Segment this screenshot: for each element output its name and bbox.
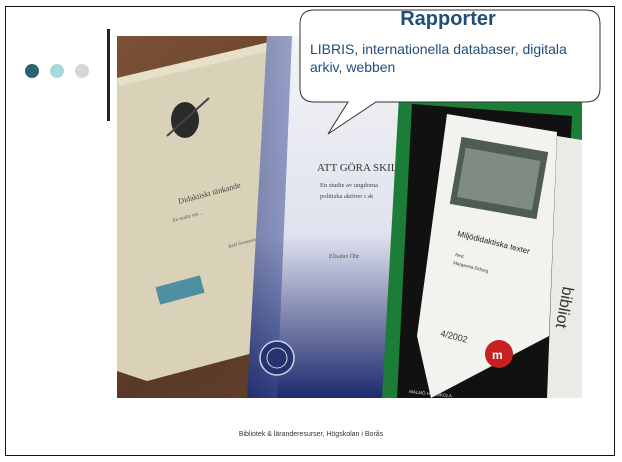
callout-body: LIBRIS, internationella databaser, digit… [310, 41, 567, 75]
report-right-logo-m: m [492, 348, 503, 362]
report-middle-line1: En studie av ungdoma [320, 182, 378, 189]
bullet-dot-3 [75, 64, 89, 78]
report-middle-line2: politiska aktörer i sk [320, 193, 374, 200]
report-middle-title: ATT GÖRA SKILL [317, 162, 404, 174]
bullet-dot-2 [50, 64, 64, 78]
slide-footer: Bibliotek & läranderesurser, Högskolan i… [238, 431, 384, 438]
report-middle-author: Elisabet Öhr [329, 253, 359, 260]
divider-line [107, 29, 110, 121]
bullet-dot-1 [25, 64, 39, 78]
callout-title: Rapporter [400, 8, 496, 30]
